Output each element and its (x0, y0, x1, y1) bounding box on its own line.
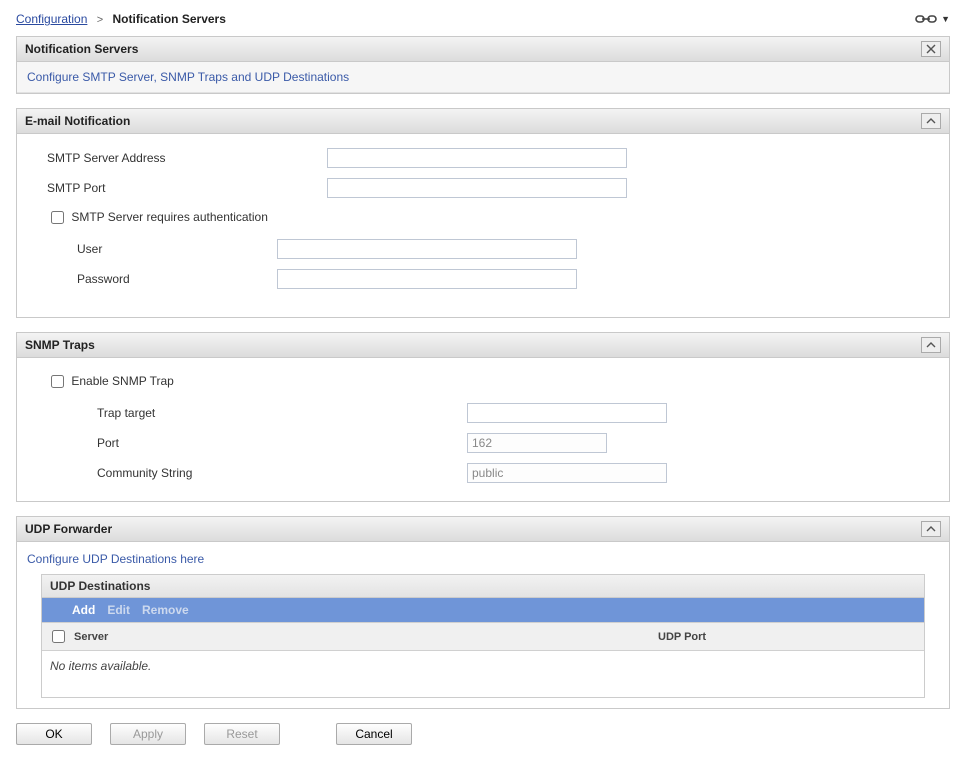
snmp-panel: SNMP Traps Enable SNMP Trap Trap target … (16, 332, 950, 502)
reset-button[interactable]: Reset (204, 723, 280, 745)
collapse-icon[interactable] (921, 337, 941, 353)
button-row: OK Apply Reset Cancel (16, 723, 950, 745)
user-label: User (77, 242, 277, 256)
community-string-input[interactable] (467, 463, 667, 483)
smtp-auth-checkbox[interactable] (51, 211, 64, 224)
column-udp-port: UDP Port (658, 631, 918, 643)
enable-snmp-text: Enable SNMP Trap (71, 374, 174, 388)
link-menu[interactable]: ▼ (915, 13, 950, 25)
breadcrumb-root-link[interactable]: Configuration (16, 12, 87, 26)
trap-target-input[interactable] (467, 403, 667, 423)
select-all-checkbox[interactable] (52, 630, 65, 643)
remove-button[interactable]: Remove (142, 603, 189, 617)
smtp-server-input[interactable] (327, 148, 627, 168)
trap-target-label: Trap target (47, 406, 467, 420)
udp-table-title: UDP Destinations (42, 575, 924, 598)
udp-table-empty: No items available. (42, 651, 924, 697)
apply-button[interactable]: Apply (110, 723, 186, 745)
snmp-port-label: Port (47, 436, 467, 450)
close-icon[interactable] (921, 41, 941, 57)
community-string-label: Community String (47, 466, 467, 480)
breadcrumb: Configuration > Notification Servers (16, 12, 226, 26)
add-button[interactable]: Add (52, 603, 95, 617)
enable-snmp-checkbox[interactable] (51, 375, 64, 388)
snmp-panel-title: SNMP Traps (25, 338, 95, 352)
snmp-port-input[interactable] (467, 433, 607, 453)
udp-table-header: Server UDP Port (42, 622, 924, 651)
smtp-port-label: SMTP Port (47, 181, 327, 195)
ok-button[interactable]: OK (16, 723, 92, 745)
password-input[interactable] (277, 269, 577, 289)
password-label: Password (77, 272, 277, 286)
main-panel: Notification Servers Configure SMTP Serv… (16, 36, 950, 94)
udp-panel-title: UDP Forwarder (25, 522, 112, 536)
smtp-server-label: SMTP Server Address (47, 151, 327, 165)
smtp-port-input[interactable] (327, 178, 627, 198)
enable-snmp-checkbox-label[interactable]: Enable SNMP Trap (47, 374, 174, 388)
collapse-icon[interactable] (921, 521, 941, 537)
cancel-button[interactable]: Cancel (336, 723, 412, 745)
breadcrumb-separator: > (97, 14, 103, 26)
main-panel-title: Notification Servers (25, 42, 138, 56)
chevron-down-icon: ▼ (941, 14, 950, 24)
smtp-auth-text: SMTP Server requires authentication (71, 210, 268, 224)
email-panel: E-mail Notification SMTP Server Address … (16, 108, 950, 318)
user-input[interactable] (277, 239, 577, 259)
udp-panel-description: Configure UDP Destinations here (25, 548, 941, 574)
breadcrumb-current: Notification Servers (113, 12, 226, 26)
smtp-auth-checkbox-label[interactable]: SMTP Server requires authentication (47, 210, 268, 224)
main-panel-description: Configure SMTP Server, SNMP Traps and UD… (17, 62, 949, 93)
udp-destinations-table: UDP Destinations Add Edit Remove Server … (41, 574, 925, 698)
udp-table-toolbar: Add Edit Remove (42, 598, 924, 622)
email-panel-title: E-mail Notification (25, 114, 130, 128)
udp-panel: UDP Forwarder Configure UDP Destinations… (16, 516, 950, 709)
collapse-icon[interactable] (921, 113, 941, 129)
edit-button[interactable]: Edit (107, 603, 130, 617)
link-icon (915, 13, 937, 25)
column-server: Server (74, 631, 658, 643)
